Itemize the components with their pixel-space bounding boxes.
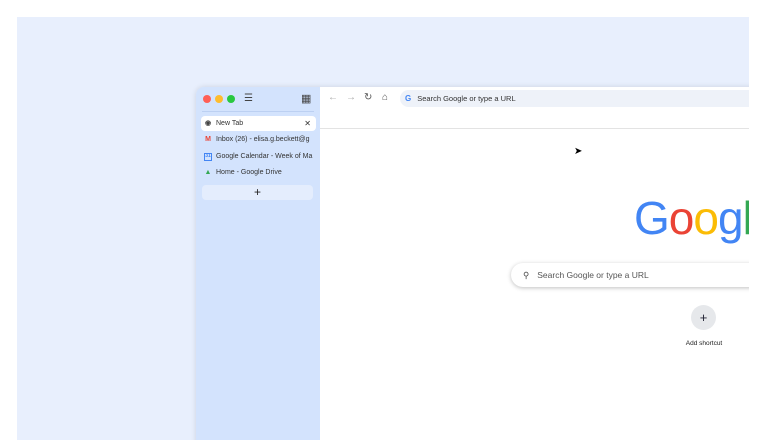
ntp-search-box[interactable]: ⚲ Search Google or type a URL bbox=[511, 263, 749, 287]
page-area: ← → ↻ ⌂ G Search Google or type a URL ➤ … bbox=[320, 87, 749, 440]
close-tab-icon[interactable]: ✕ bbox=[304, 119, 311, 128]
google-logo: Google bbox=[634, 192, 749, 244]
gmail-icon: M bbox=[205, 135, 211, 143]
bookmarks-bar bbox=[320, 110, 749, 129]
chrome-icon: ◉ bbox=[204, 119, 212, 127]
omnibox[interactable]: G Search Google or type a URL bbox=[400, 90, 749, 107]
tab-new-tab[interactable]: ◉ New Tab ✕ bbox=[201, 116, 316, 131]
maximize-window-button[interactable] bbox=[227, 95, 235, 103]
browser-window: ☰ ▦ ◉ New Tab ✕ M Inbox (26) - elisa.g.b… bbox=[196, 87, 749, 440]
close-window-button[interactable] bbox=[203, 95, 211, 103]
ntp-search-placeholder: Search Google or type a URL bbox=[537, 270, 649, 280]
toolbar: ← → ↻ ⌂ G Search Google or type a URL bbox=[320, 87, 749, 110]
google-g-icon: G bbox=[405, 94, 412, 103]
calendar-icon: 31 bbox=[204, 152, 212, 161]
tab-label: New Tab bbox=[216, 120, 244, 127]
forward-icon[interactable]: → bbox=[346, 92, 356, 103]
tab-inbox[interactable]: M Inbox (26) - elisa.g.beckett@g bbox=[201, 132, 316, 147]
vertical-tab-sidebar: ☰ ▦ ◉ New Tab ✕ M Inbox (26) - elisa.g.b… bbox=[196, 87, 320, 440]
minimize-window-button[interactable] bbox=[215, 95, 223, 103]
omnibox-placeholder: Search Google or type a URL bbox=[417, 94, 516, 103]
drive-icon: ▲ bbox=[204, 168, 212, 176]
search-icon: ⚲ bbox=[523, 269, 530, 280]
tab-label: Inbox (26) - elisa.g.beckett@g bbox=[216, 136, 310, 143]
add-shortcut-button[interactable]: + bbox=[691, 305, 716, 330]
add-shortcut-label[interactable]: Add shortcut bbox=[670, 340, 738, 347]
collapse-sidebar-icon[interactable]: ☰ bbox=[244, 93, 253, 104]
divider bbox=[202, 111, 314, 112]
tab-drive[interactable]: ▲ Home - Google Drive bbox=[201, 165, 316, 180]
tab-calendar[interactable]: 31 Google Calendar - Week of Ma bbox=[201, 149, 316, 164]
home-icon[interactable]: ⌂ bbox=[382, 92, 388, 103]
mouse-cursor-icon: ➤ bbox=[574, 146, 583, 157]
desktop-background: ☰ ▦ ◉ New Tab ✕ M Inbox (26) - elisa.g.b… bbox=[17, 17, 749, 440]
tab-groups-icon[interactable]: ▦ bbox=[301, 92, 311, 105]
tab-label: Google Calendar - Week of Ma bbox=[216, 153, 313, 160]
back-icon[interactable]: ← bbox=[328, 92, 338, 103]
reload-icon[interactable]: ↻ bbox=[364, 92, 372, 103]
tab-label: Home - Google Drive bbox=[216, 169, 282, 176]
new-tab-button[interactable]: + bbox=[202, 185, 313, 200]
